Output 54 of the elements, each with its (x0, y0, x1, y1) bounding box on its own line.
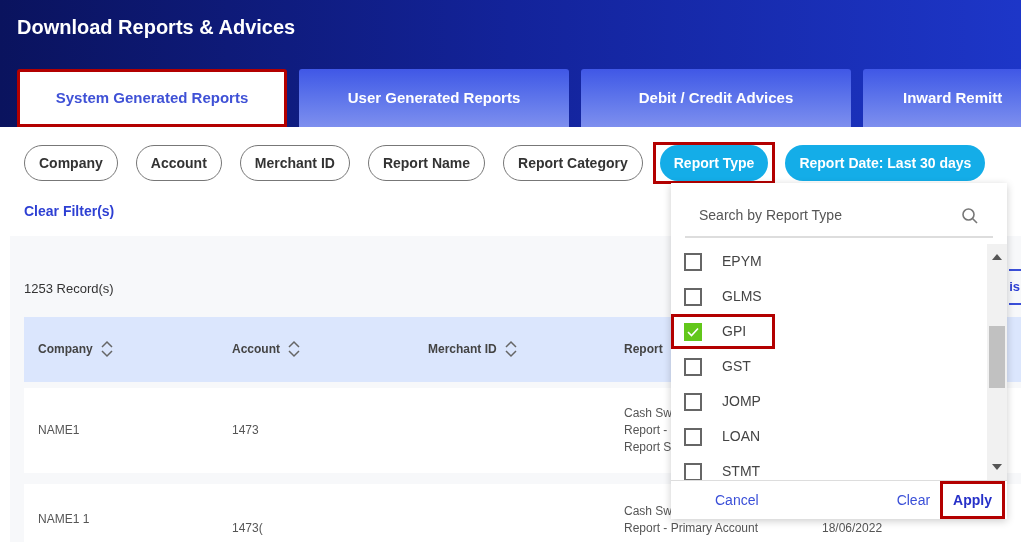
search-icon[interactable] (961, 206, 979, 225)
scrollbar[interactable] (987, 244, 1007, 480)
clear-button[interactable]: Clear (886, 481, 941, 519)
option-label[interactable]: STMT (722, 461, 761, 480)
tab[interactable]: User Generated Reports (299, 69, 569, 127)
checkbox[interactable] (684, 357, 702, 376)
option-label[interactable]: JOMP (722, 391, 761, 412)
tab[interactable]: System Generated Reports (17, 69, 287, 127)
column-header[interactable]: Company (38, 340, 113, 359)
apply-button[interactable]: Apply (940, 481, 1005, 519)
sort-icon[interactable] (100, 340, 113, 359)
filter-chip[interactable]: Merchant ID (239, 145, 350, 181)
record-count: 1253 Record(s) (24, 280, 114, 299)
search-field[interactable]: Search by Report Type (699, 205, 939, 226)
option-label[interactable]: GLMS (722, 286, 762, 307)
table-cell: 1473( (232, 520, 263, 537)
column-header[interactable]: Report (624, 340, 663, 359)
tab[interactable]: Debit / Credit Advices (581, 69, 851, 127)
column-header[interactable]: Account (232, 340, 300, 359)
filter-chip[interactable]: Company (24, 145, 118, 181)
filter-chip[interactable]: Report Category (503, 145, 643, 181)
table-cell: Report - (624, 422, 668, 439)
sort-icon[interactable] (504, 340, 517, 359)
tab[interactable]: Inward Remitt (863, 69, 1021, 127)
page-title: Download Reports & Advices (16, 15, 297, 40)
scroll-up-icon[interactable] (992, 254, 1002, 260)
clear-filters-link[interactable]: Clear Filter(s) (24, 203, 115, 219)
table-cell: Cash Sw (624, 405, 673, 422)
column-header[interactable]: Merchant ID (428, 340, 517, 359)
table-cell: Cash Sw (624, 503, 673, 520)
tab[interactable]: is (1009, 269, 1021, 305)
table-cell: 18/06/2022 (822, 520, 883, 537)
check-icon (687, 326, 699, 337)
table-cell: NAME1 (38, 422, 80, 439)
cancel-button[interactable]: Cancel (705, 481, 769, 519)
option-label[interactable]: LOAN (722, 426, 761, 447)
checkbox[interactable] (684, 287, 702, 306)
scrollbar-thumb[interactable] (989, 326, 1005, 388)
table-cell: 1473 (232, 422, 259, 439)
scroll-down-icon[interactable] (992, 464, 1002, 470)
option-label[interactable]: GPI (722, 321, 747, 342)
filter-chip[interactable]: Report Name (367, 145, 486, 181)
table-cell: NAME1 1 (38, 511, 90, 528)
table-cell: Report S (624, 439, 672, 456)
option-label[interactable]: EPYM (722, 251, 762, 272)
checkbox[interactable] (684, 427, 702, 446)
option-label[interactable]: GST (722, 356, 751, 377)
checkbox[interactable] (684, 462, 702, 480)
checkbox[interactable] (684, 252, 702, 271)
sort-icon[interactable] (288, 340, 300, 359)
table-cell: Report - Primary Account (624, 520, 759, 537)
filter-chip[interactable]: Account (135, 145, 222, 181)
checkbox[interactable] (684, 322, 702, 341)
checkbox[interactable] (684, 392, 702, 411)
